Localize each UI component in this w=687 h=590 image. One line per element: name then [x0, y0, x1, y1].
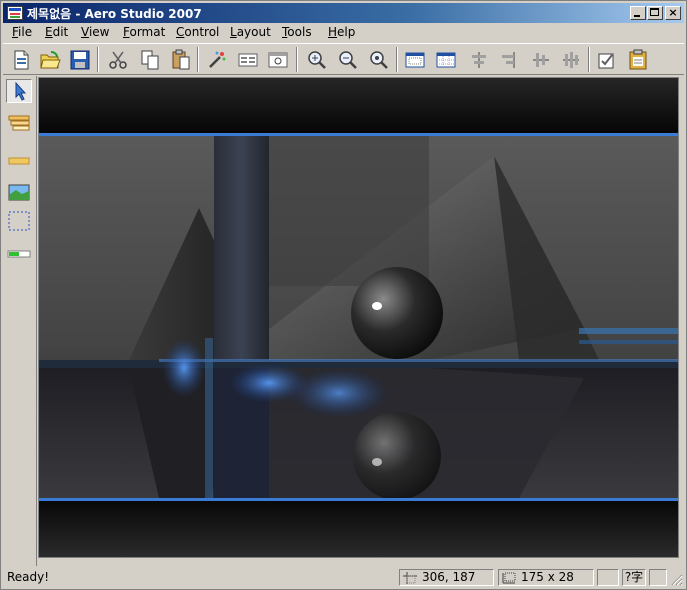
preview-icon[interactable] [267, 49, 289, 71]
menu-bar: File Edit View Format Control Layout Too… [3, 24, 684, 42]
app-icon[interactable] [7, 6, 23, 20]
align-distribute-icon[interactable] [560, 49, 582, 71]
cursor-position: 306, 187 [422, 570, 476, 584]
main-toolbar [3, 43, 684, 75]
align-left-icon[interactable] [468, 49, 490, 71]
toolbar-separator [97, 47, 99, 72]
design-canvas[interactable] [38, 77, 679, 558]
save-disk-icon[interactable] [69, 49, 91, 71]
open-folder-icon[interactable] [39, 49, 61, 71]
ime-pane[interactable]: ?字 [622, 569, 646, 586]
align-right-icon[interactable] [498, 49, 520, 71]
zoom-icon[interactable] [306, 49, 328, 71]
status-message: Ready! [7, 570, 50, 584]
image-icon [8, 184, 30, 201]
menu-file[interactable]: File [12, 25, 32, 39]
select-tool[interactable] [6, 79, 32, 103]
toolbar-separator [396, 47, 398, 72]
toolbar-separator [197, 47, 199, 72]
close-button[interactable]: × [665, 6, 681, 20]
progress-bar-icon [7, 250, 31, 258]
select-arrow-icon [15, 81, 27, 101]
grid-icon[interactable] [435, 49, 457, 71]
align-vertical-icon[interactable] [530, 49, 552, 71]
new-file-icon[interactable] [10, 49, 32, 71]
title-bar[interactable]: 제목없음 - Aero Studio 2007 × [3, 3, 684, 23]
minimize-button[interactable] [630, 6, 646, 20]
clipboard-icon[interactable] [627, 49, 649, 71]
bar-icon [8, 157, 30, 165]
menu-tools[interactable]: Tools [282, 25, 312, 39]
toolbar-separator [296, 47, 298, 72]
selection-size: 175 x 28 [521, 570, 574, 584]
scene-image [39, 78, 678, 557]
menu-edit[interactable]: Edit [45, 25, 68, 39]
maximize-button[interactable] [647, 6, 663, 20]
properties-icon[interactable] [237, 49, 259, 71]
resize-grip-icon[interactable] [669, 572, 683, 586]
menu-control[interactable]: Control [176, 25, 219, 39]
bar-tool[interactable] [6, 149, 32, 173]
image-tool[interactable] [6, 180, 32, 204]
menu-help[interactable]: Help [328, 25, 355, 39]
window-frame-icon[interactable] [404, 49, 426, 71]
zoom-out-icon[interactable] [368, 49, 390, 71]
menu-view[interactable]: View [81, 25, 109, 39]
size-pane: 175 x 28 [498, 569, 594, 586]
size-icon [502, 572, 516, 584]
magic-wand-icon[interactable] [206, 49, 228, 71]
status-bar: Ready! 306, 187 175 x 28 ?字 [3, 568, 684, 587]
layers-icon [8, 115, 30, 131]
zoom-in-icon[interactable] [337, 49, 359, 71]
paste-icon[interactable] [170, 49, 192, 71]
status-extra-pane [649, 569, 667, 586]
menu-layout[interactable]: Layout [230, 25, 271, 39]
layers-tool[interactable] [6, 110, 32, 134]
tool-palette [3, 76, 37, 566]
app-window: 제목없음 - Aero Studio 2007 × File Edit View… [0, 0, 687, 590]
position-pane: 306, 187 [399, 569, 494, 586]
selection-box-icon [8, 211, 30, 231]
copy-icon[interactable] [139, 49, 161, 71]
progress-bar-tool[interactable] [6, 242, 32, 266]
menu-format[interactable]: Format [123, 25, 165, 39]
status-empty-pane [597, 569, 619, 586]
position-icon [403, 572, 417, 584]
selection-box-tool[interactable] [6, 209, 32, 233]
toolbar-separator [588, 47, 590, 72]
window-title: 제목없음 - Aero Studio 2007 [27, 7, 202, 21]
ime-indicator: ?字 [624, 570, 644, 584]
cut-scissors-icon[interactable] [107, 49, 129, 71]
settings-check-icon[interactable] [596, 49, 618, 71]
